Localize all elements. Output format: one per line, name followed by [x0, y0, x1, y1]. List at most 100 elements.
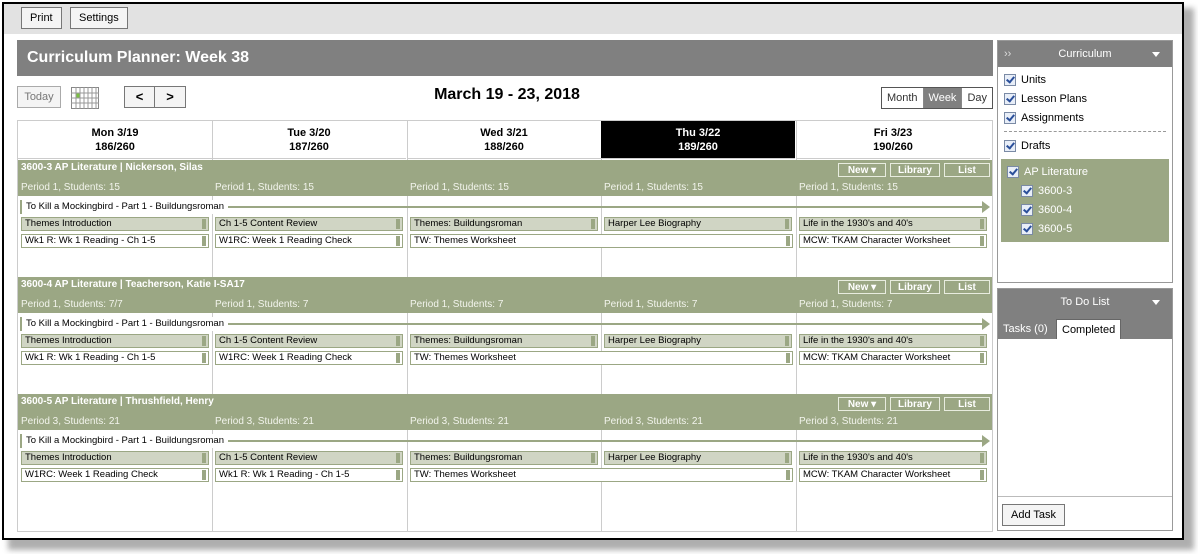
lesson-plan-item[interactable]: Ch 1-5 Content Review — [215, 217, 403, 231]
filter-section-3600-3[interactable]: 3600-3 — [1001, 181, 1169, 200]
add-task-button[interactable]: Add Task — [1002, 504, 1066, 526]
drag-handle[interactable] — [591, 453, 595, 463]
lesson-plan-item[interactable]: Themes Introduction — [21, 217, 209, 231]
checkbox-icon[interactable] — [1004, 139, 1016, 152]
assignment-item[interactable]: W1RC: Week 1 Reading Check — [215, 234, 403, 248]
filter-course-ap-literature[interactable]: AP Literature — [1001, 162, 1169, 181]
library-button[interactable]: Library — [890, 163, 940, 177]
assignment-item[interactable]: Wk1 R: Wk 1 Reading - Ch 1-5 — [21, 234, 209, 248]
unit-label[interactable]: To Kill a Mockingbird - Part 1 - Buildun… — [20, 200, 229, 214]
unit-label[interactable]: To Kill a Mockingbird - Part 1 - Buildun… — [20, 434, 229, 448]
new-button[interactable]: New ▾ — [838, 397, 886, 411]
drag-handle[interactable] — [396, 336, 400, 346]
chevron-down-icon[interactable] — [1152, 52, 1160, 57]
unit-bar[interactable]: To Kill a Mockingbird - Part 1 - Buildun… — [20, 317, 990, 331]
assignment-item[interactable]: W1RC: Week 1 Reading Check — [215, 351, 403, 365]
section-title[interactable]: 3600-4 AP Literature | Teacherson, Katie… — [21, 279, 245, 290]
drag-handle[interactable] — [202, 336, 206, 346]
drag-handle[interactable] — [202, 236, 206, 246]
previous-week-button[interactable]: < — [124, 86, 155, 108]
filter-drafts[interactable]: Drafts — [998, 136, 1172, 155]
todo-panel-header[interactable]: To Do List — [998, 289, 1172, 315]
list-button[interactable]: List — [944, 280, 990, 294]
drag-handle[interactable] — [202, 470, 206, 480]
drag-handle[interactable] — [980, 453, 984, 463]
today-button[interactable]: Today — [17, 86, 61, 108]
drag-handle[interactable] — [396, 470, 400, 480]
checkbox-icon[interactable] — [1021, 203, 1033, 216]
drag-handle[interactable] — [980, 353, 984, 363]
checkbox-icon[interactable] — [1004, 92, 1016, 105]
chevron-down-icon[interactable] — [1152, 300, 1160, 305]
lesson-plan-item[interactable]: Life in the 1930's and 40's — [799, 451, 987, 465]
lesson-plan-item[interactable]: Harper Lee Biography — [604, 334, 792, 348]
expand-icon[interactable]: ›› — [1004, 41, 1011, 67]
drag-handle[interactable] — [396, 219, 400, 229]
library-button[interactable]: Library — [890, 397, 940, 411]
checkbox-icon[interactable] — [1004, 73, 1016, 86]
lesson-plan-item[interactable]: Themes Introduction — [21, 451, 209, 465]
day-header[interactable]: Fri 3/23 190/260 — [796, 121, 990, 159]
checkbox-icon[interactable] — [1021, 184, 1033, 197]
assignment-item[interactable]: TW: Themes Worksheet — [410, 234, 793, 248]
assignment-item[interactable]: W1RC: Week 1 Reading Check — [21, 468, 209, 482]
assignment-item[interactable]: Wk1 R: Wk 1 Reading - Ch 1-5 — [21, 351, 209, 365]
drag-handle[interactable] — [591, 336, 595, 346]
lesson-plan-item[interactable]: Harper Lee Biography — [604, 217, 792, 231]
view-day-button[interactable]: Day — [961, 88, 992, 108]
assignment-item[interactable]: MCW: TKAM Character Worksheet — [799, 234, 987, 248]
new-button[interactable]: New ▾ — [838, 280, 886, 294]
list-button[interactable]: List — [944, 397, 990, 411]
tab-tasks[interactable]: Tasks (0) — [998, 319, 1053, 339]
checkbox-icon[interactable] — [1007, 165, 1019, 178]
library-button[interactable]: Library — [890, 280, 940, 294]
print-button[interactable]: Print — [21, 7, 62, 29]
day-header[interactable]: Mon 3/19 186/260 — [18, 121, 212, 159]
unit-label[interactable]: To Kill a Mockingbird - Part 1 - Buildun… — [20, 317, 229, 331]
drag-handle[interactable] — [202, 453, 206, 463]
curriculum-panel-header[interactable]: ›› Curriculum — [998, 41, 1172, 67]
drag-handle[interactable] — [980, 336, 984, 346]
unit-bar[interactable]: To Kill a Mockingbird - Part 1 - Buildun… — [20, 200, 990, 214]
settings-button[interactable]: Settings — [70, 7, 128, 29]
day-header[interactable]: Thu 3/22 189/260 — [601, 121, 795, 159]
drag-handle[interactable] — [980, 236, 984, 246]
drag-handle[interactable] — [785, 336, 789, 346]
calendar-icon[interactable] — [71, 87, 99, 109]
lesson-plan-item[interactable]: Themes: Buildungsroman — [410, 451, 598, 465]
list-button[interactable]: List — [944, 163, 990, 177]
lesson-plan-item[interactable]: Themes: Buildungsroman — [410, 217, 598, 231]
drag-handle[interactable] — [785, 219, 789, 229]
drag-handle[interactable] — [785, 453, 789, 463]
drag-handle[interactable] — [202, 353, 206, 363]
drag-handle[interactable] — [396, 236, 400, 246]
lesson-plan-item[interactable]: Themes: Buildungsroman — [410, 334, 598, 348]
section-title[interactable]: 3600-5 AP Literature | Thrushfield, Henr… — [21, 396, 214, 407]
lesson-plan-item[interactable]: Themes Introduction — [21, 334, 209, 348]
tab-completed[interactable]: Completed — [1056, 319, 1122, 339]
drag-handle[interactable] — [786, 236, 790, 246]
new-button[interactable]: New ▾ — [838, 163, 886, 177]
filter-assignments[interactable]: Assignments — [998, 108, 1172, 127]
drag-handle[interactable] — [202, 219, 206, 229]
filter-section-3600-5[interactable]: 3600-5 — [1001, 219, 1169, 238]
assignment-item[interactable]: MCW: TKAM Character Worksheet — [799, 351, 987, 365]
section-title[interactable]: 3600-3 AP Literature | Nickerson, Silas — [21, 162, 203, 173]
drag-handle[interactable] — [980, 470, 984, 480]
filter-section-3600-4[interactable]: 3600-4 — [1001, 200, 1169, 219]
view-month-button[interactable]: Month — [881, 88, 923, 108]
drag-handle[interactable] — [980, 219, 984, 229]
drag-handle[interactable] — [396, 453, 400, 463]
lesson-plan-item[interactable]: Ch 1-5 Content Review — [215, 451, 403, 465]
filter-units[interactable]: Units — [998, 70, 1172, 89]
assignment-item[interactable]: MCW: TKAM Character Worksheet — [799, 468, 987, 482]
lesson-plan-item[interactable]: Harper Lee Biography — [604, 451, 792, 465]
lesson-plan-item[interactable]: Life in the 1930's and 40's — [799, 334, 987, 348]
lesson-plan-item[interactable]: Life in the 1930's and 40's — [799, 217, 987, 231]
drag-handle[interactable] — [786, 470, 790, 480]
checkbox-icon[interactable] — [1004, 111, 1016, 124]
unit-bar[interactable]: To Kill a Mockingbird - Part 1 - Buildun… — [20, 434, 990, 448]
next-week-button[interactable]: > — [155, 86, 186, 108]
drag-handle[interactable] — [396, 353, 400, 363]
assignment-item[interactable]: TW: Themes Worksheet — [410, 468, 793, 482]
